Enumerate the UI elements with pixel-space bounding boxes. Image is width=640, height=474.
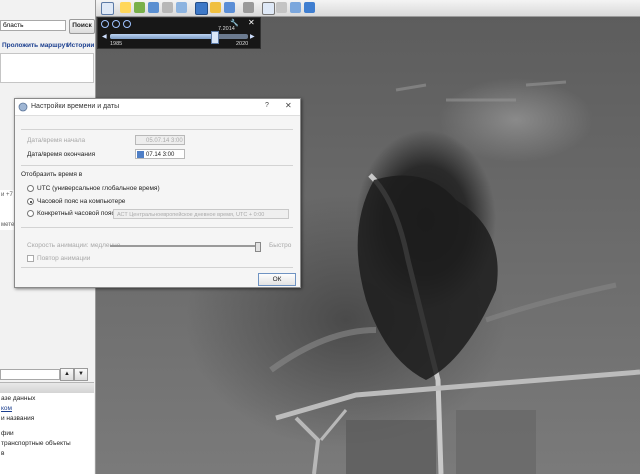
search-button[interactable]: Поиск bbox=[69, 19, 95, 34]
historical-imagery-icon[interactable] bbox=[195, 2, 208, 15]
layers-up-button[interactable]: ▲ bbox=[60, 368, 74, 381]
clock-icon[interactable] bbox=[101, 20, 109, 28]
layer-item[interactable]: фии bbox=[1, 430, 14, 437]
record-tour-icon[interactable] bbox=[176, 2, 187, 13]
layer-item[interactable]: транспортные объекты bbox=[1, 440, 71, 447]
polygon-icon[interactable] bbox=[134, 2, 145, 13]
start-date-value: 05.07.14 3:00 bbox=[146, 138, 183, 144]
radio-utc-label: UTC (универсальное глобальное время) bbox=[37, 185, 160, 192]
current-date-label: 7.2014 bbox=[218, 26, 235, 32]
placemark-icon[interactable] bbox=[120, 2, 131, 13]
search-input[interactable] bbox=[0, 20, 66, 31]
layers-nav: ▲ ▼ bbox=[0, 368, 94, 381]
sidebar-toggle-icon[interactable] bbox=[101, 2, 114, 15]
map-toolbar bbox=[96, 0, 640, 17]
route-link[interactable]: Проложить маршрут bbox=[2, 42, 68, 49]
search-results[interactable] bbox=[0, 53, 94, 83]
loop-animation-label: Повтор анимации bbox=[37, 255, 91, 262]
ruler-icon[interactable] bbox=[243, 2, 254, 13]
road-branch-2 bbox=[319, 409, 348, 441]
help-button[interactable]: ? bbox=[265, 102, 269, 109]
close-icon[interactable]: ✕ bbox=[248, 18, 255, 27]
step-forward-icon[interactable]: ▶ bbox=[250, 33, 255, 40]
step-back-icon[interactable]: ◀ bbox=[102, 33, 107, 40]
print-icon[interactable] bbox=[276, 2, 287, 13]
layers-down-button[interactable]: ▼ bbox=[74, 368, 88, 381]
calendar-icon[interactable] bbox=[137, 151, 144, 158]
radio-specific-label: Конкретный часовой пояс: bbox=[37, 210, 117, 217]
start-date-field: 05.07.14 3:00 bbox=[135, 135, 185, 145]
email-icon[interactable] bbox=[262, 2, 275, 15]
end-date-label: Дата/время окончания bbox=[27, 151, 96, 158]
planets-icon[interactable] bbox=[224, 2, 235, 13]
ok-button[interactable]: ОК bbox=[258, 273, 296, 286]
loop-animation-checkbox[interactable] bbox=[27, 255, 34, 262]
layer-item[interactable]: и названия bbox=[1, 415, 34, 422]
layer-item[interactable]: азе данных bbox=[1, 395, 35, 402]
layers-search-input[interactable] bbox=[0, 369, 60, 380]
historical-imagery-slider: 🔧 ✕ 7.2014 ◀ ▶ 1985 2020 bbox=[97, 17, 261, 49]
save-image-icon[interactable] bbox=[290, 2, 301, 13]
sunlight-icon[interactable] bbox=[210, 2, 221, 13]
animation-speed-track[interactable] bbox=[110, 245, 260, 247]
animation-speed-label: Скорость анимации: медленно bbox=[27, 242, 121, 249]
radio-specific-timezone[interactable] bbox=[27, 210, 34, 217]
forest-patch bbox=[357, 175, 498, 380]
view-in-maps-icon[interactable] bbox=[304, 2, 315, 13]
search-row: Поиск bbox=[0, 18, 95, 34]
radio-computer-timezone[interactable] bbox=[27, 198, 34, 205]
history-link[interactable]: Истории bbox=[67, 42, 94, 49]
dialog-close-button[interactable]: ✕ bbox=[285, 101, 292, 110]
overlay-icon[interactable] bbox=[162, 2, 173, 13]
time-slider-handle[interactable] bbox=[210, 31, 219, 44]
radio-utc[interactable] bbox=[27, 185, 34, 192]
zoom-in-time-icon[interactable] bbox=[112, 20, 120, 28]
time-date-settings-dialog: Настройки времени и даты ? ✕ Дата/время … bbox=[14, 98, 301, 288]
end-date-value: 07.14 3:00 bbox=[146, 152, 175, 158]
snippet-line-1: и +7 bbox=[1, 192, 13, 198]
start-date-label: Дата/время начала bbox=[27, 137, 86, 144]
end-date-field[interactable]: 07.14 3:00 bbox=[135, 149, 185, 159]
radio-computer-label: Часовой пояс на компьютере bbox=[37, 198, 126, 205]
path-icon[interactable] bbox=[148, 2, 159, 13]
timezone-select: АСТ Центральноевропейское дневное время,… bbox=[113, 209, 289, 219]
dialog-title: Настройки времени и даты bbox=[31, 103, 120, 110]
layers-list: азе данных ком и названия фии транспортн… bbox=[0, 393, 94, 474]
zoom-out-time-icon[interactable] bbox=[123, 20, 131, 28]
layer-item[interactable]: ком bbox=[1, 405, 12, 412]
end-year-label: 2020 bbox=[236, 41, 249, 47]
dialog-titlebar: Настройки времени и даты ? ✕ bbox=[15, 99, 300, 116]
layer-item[interactable]: в bbox=[1, 450, 4, 457]
search-links: Проложить маршрут Истории bbox=[2, 42, 95, 52]
time-track-fill bbox=[110, 34, 214, 39]
start-year-label: 1985 bbox=[110, 41, 123, 47]
animation-speed-thumb[interactable] bbox=[255, 242, 261, 252]
road-branch bbox=[294, 416, 321, 474]
display-time-label: Отобразить время в bbox=[21, 171, 83, 178]
app-globe-icon bbox=[18, 102, 28, 112]
animation-fast-label: Быстро bbox=[269, 242, 292, 249]
snippet-line-2: мете bbox=[1, 222, 15, 228]
